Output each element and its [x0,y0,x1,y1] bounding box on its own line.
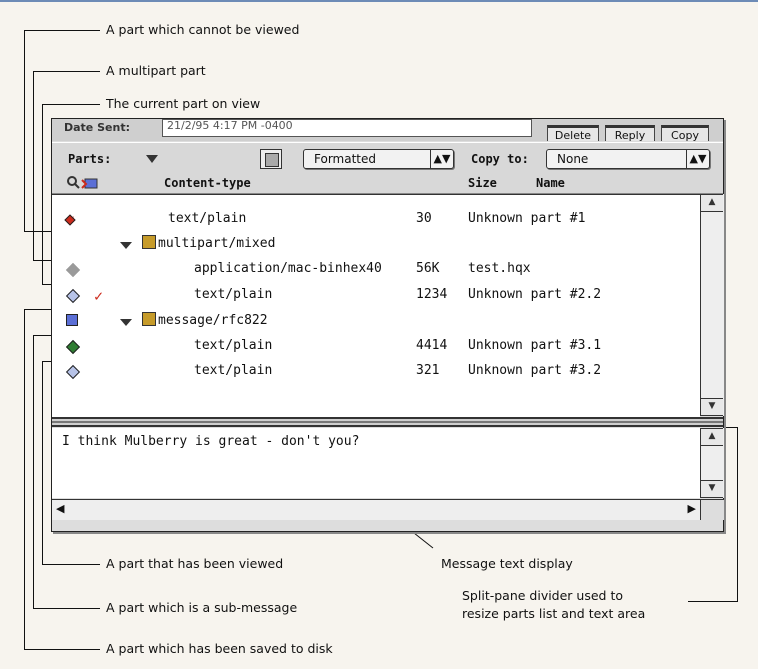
copy-button[interactable]: Copy [661,125,709,141]
split-pane-divider[interactable] [52,417,723,427]
list-item[interactable]: ✓ text/plain 30 Unknown part #1 [52,207,700,233]
saved-part-icon [66,314,78,326]
leader-line [722,427,737,428]
part-name: Unknown part #1 [468,211,586,226]
reply-button[interactable]: Reply [605,125,655,141]
viewed-part-icon [65,339,81,355]
list-item[interactable]: application/mac-binhex40 56K test.hqx [52,257,700,283]
part-content-type: text/plain [194,363,273,378]
list-item[interactable]: ✓ text/plain 1234 Unknown part #2.2 [52,283,700,309]
part-name: Unknown part #3.2 [468,363,602,378]
message-text: I think Mulberry is great - don't you? [62,434,360,449]
parts-list-scrollbar[interactable]: ▲ ▼ [700,194,724,416]
chevron-updown-icon: ▲▼ [430,150,453,168]
column-size[interactable]: Size [468,176,497,190]
format-popup[interactable]: Formatted ▲▼ [303,149,454,169]
divider-grip [52,421,723,423]
part-size: 321 [416,363,440,378]
list-item[interactable]: message/rfc822 [52,309,700,335]
view-part-button[interactable] [260,149,282,169]
date-bar: Date Sent: 21/2/95 4:17 PM -0400 Delete … [52,119,723,141]
part-status-icon [65,288,81,304]
part-size: 56K [416,261,440,276]
parts-list-header: Content-type Size Name [52,173,723,194]
scroll-down-icon[interactable]: ▼ [701,398,723,416]
delete-button[interactable]: Delete [547,125,599,141]
message-text-area[interactable]: I think Mulberry is great - don't you? [52,428,700,498]
part-content-type: application/mac-binhex40 [194,261,382,276]
text-scrollbar[interactable]: ▲ ▼ [700,428,724,498]
message-package-icon [142,312,156,326]
parts-label: Parts: [68,152,112,166]
column-name[interactable]: Name [536,176,565,190]
part-name: Unknown part #3.1 [468,338,602,353]
message-window: Date Sent: 21/2/95 4:17 PM -0400 Delete … [51,118,724,532]
part-content-type: message/rfc822 [158,313,268,328]
part-size: 1234 [416,287,448,302]
parts-disclosure-icon[interactable] [146,155,158,163]
part-name: Unknown part #2.2 [468,287,602,302]
scroll-up-icon[interactable]: ▲ [701,194,723,212]
copy-to-label: Copy to: [471,152,529,166]
copy-to-popup[interactable]: None ▲▼ [546,149,710,169]
view-part-icon [265,153,279,167]
scroll-up-icon[interactable]: ▲ [701,428,723,446]
scroll-right-icon[interactable]: ▶ [688,502,696,515]
part-content-type: text/plain [168,211,247,226]
chevron-updown-icon: ▲▼ [686,150,709,168]
parts-toolbar: Parts: Formatted ▲▼ Copy to: None ▲▼ [52,142,723,174]
leader-line [688,601,738,602]
scroll-down-icon[interactable]: ▼ [701,480,723,498]
leader-line [737,427,738,602]
part-content-type: multipart/mixed [158,236,276,251]
expand-triangle-icon[interactable] [120,319,132,326]
multipart-package-icon [142,235,156,249]
list-item[interactable]: text/plain 4414 Unknown part #3.1 [52,334,700,360]
current-part-check-icon: ✓ [94,287,104,305]
unviewable-part-icon [65,262,81,278]
format-popup-value: Formatted [314,152,376,166]
copy-to-popup-value: None [557,152,589,166]
date-sent-label: Date Sent: [64,121,130,134]
part-size: 30 [416,211,432,226]
part-size: 4414 [416,338,448,353]
expand-triangle-icon[interactable] [120,242,132,249]
part-content-type: text/plain [194,287,273,302]
scroll-left-icon[interactable]: ◀ [56,502,64,515]
resize-grip-icon[interactable] [700,499,724,520]
horizontal-scrollbar[interactable]: ◀ ▶ [52,499,700,520]
list-item[interactable]: multipart/mixed [52,232,700,258]
column-content-type[interactable]: Content-type [164,176,251,190]
list-item[interactable]: text/plain 321 Unknown part #3.2 [52,359,700,385]
part-status-icon [65,364,81,380]
part-content-type: text/plain [194,338,273,353]
part-name: test.hqx [468,261,531,276]
date-sent-field: 21/2/95 4:17 PM -0400 [162,119,532,137]
search-icon [67,176,98,189]
parts-list[interactable]: ✓ text/plain 30 Unknown part #1 multipar… [52,194,700,417]
